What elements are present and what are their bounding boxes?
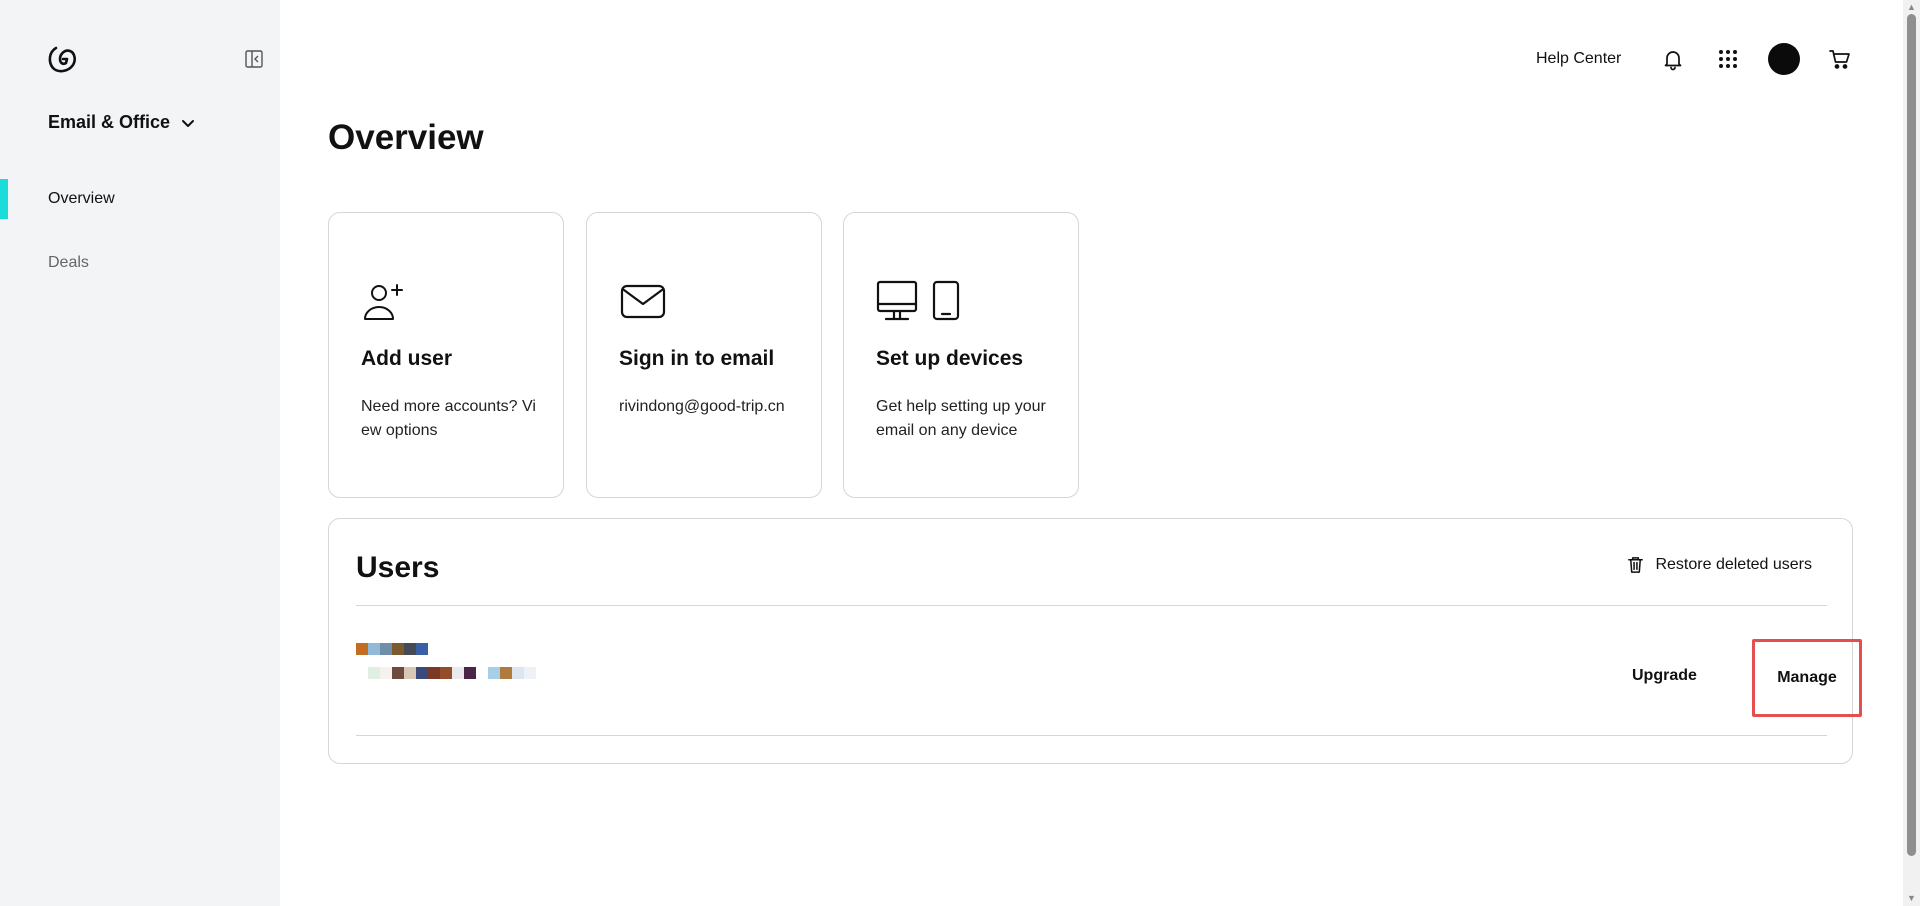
sidebar-item-label: Deals — [48, 254, 89, 271]
scrollbar[interactable]: ▲ ▼ — [1903, 0, 1920, 906]
add-user-icon — [361, 279, 405, 323]
product-switcher-label: Email & Office — [48, 112, 171, 132]
redacted-user-email — [356, 667, 536, 679]
sidebar-item-overview[interactable]: Overview — [0, 179, 280, 219]
scroll-down-icon[interactable]: ▼ — [1907, 894, 1916, 903]
set-up-devices-card[interactable]: Set up devices Get help setting up your … — [843, 212, 1079, 498]
users-section-title: Users — [356, 551, 440, 584]
user-row: Upgrade Manage — [356, 605, 1862, 735]
chevron-down-icon — [182, 119, 195, 127]
card-description: rivindong@good-trip.cn — [619, 398, 785, 415]
bell-icon[interactable] — [1661, 47, 1685, 71]
sidebar-item-label: Overview — [48, 190, 115, 207]
divider — [356, 735, 1827, 736]
sidebar-item-deals[interactable]: Deals — [0, 243, 280, 283]
card-description: Get help setting up your email on any de… — [876, 398, 1046, 439]
devices-icon — [876, 279, 966, 323]
scrollbar-thumb[interactable] — [1907, 14, 1916, 856]
restore-deleted-users-label: Restore deleted users — [1655, 555, 1812, 573]
collapse-sidebar-icon[interactable] — [244, 49, 264, 69]
apps-grid-icon[interactable] — [1716, 47, 1740, 71]
cart-icon[interactable] — [1828, 47, 1852, 71]
trash-icon — [1628, 557, 1644, 573]
card-title: Add user — [361, 347, 453, 370]
upgrade-button[interactable]: Upgrade — [1632, 667, 1697, 685]
redacted-user-name — [356, 643, 428, 655]
app: Email & Office Overview Deals Help Cente… — [0, 0, 1920, 906]
card-description: Need more accounts? View options — [361, 398, 536, 439]
add-user-card[interactable]: Add user Need more accounts? View option… — [328, 212, 564, 498]
scroll-up-icon[interactable]: ▲ — [1907, 3, 1916, 12]
product-switcher[interactable]: Email & Office — [48, 112, 196, 133]
restore-deleted-users-button[interactable]: Restore deleted users — [1626, 555, 1812, 574]
active-nav-indicator — [0, 179, 8, 219]
page-title: Overview — [328, 118, 484, 157]
users-panel: Users Restore deleted users Upgrade Mana… — [328, 518, 1862, 764]
mail-icon — [619, 279, 667, 323]
godaddy-logo-icon[interactable] — [46, 44, 78, 74]
help-center-link[interactable]: Help Center — [1536, 50, 1621, 68]
card-title: Set up devices — [876, 347, 1024, 370]
manage-button[interactable]: Manage — [1752, 639, 1862, 717]
sign-in-email-card[interactable]: Sign in to email rivindong@good-trip.cn — [586, 212, 822, 498]
card-title: Sign in to email — [619, 347, 775, 370]
sidebar: Email & Office Overview Deals — [0, 0, 280, 906]
avatar[interactable] — [1768, 43, 1800, 75]
